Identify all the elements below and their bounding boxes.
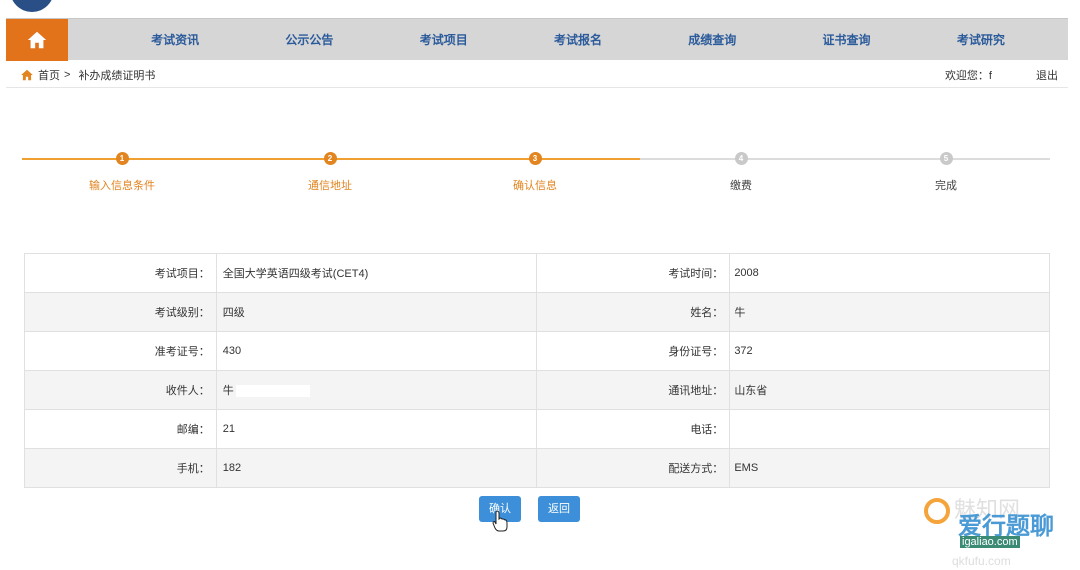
field-value-postcode: 21 [215, 409, 537, 449]
progress-steps: 1 输入信息条件 2 通信地址 3 确认信息 4 缴费 5 完成 [22, 150, 1050, 200]
top-strip [0, 0, 1080, 18]
breadcrumb-separator: > [64, 68, 71, 81]
step-payment: 4 缴费 [671, 152, 811, 193]
table-row: 准考证号： 430 身份证号： 372 [24, 331, 1050, 371]
watermark: 魅知网 爱行题聊 igaliao.com qkfufu.com [920, 484, 1070, 570]
field-value-mobile: 182 [215, 448, 537, 488]
nav-items: 考试资讯 公示公告 考试项目 考试报名 成绩查询 证书查询 考试研究 [68, 19, 1068, 60]
field-label-mailing-address: 通讯地址： [535, 370, 731, 410]
field-value-name: 牛 [729, 292, 1050, 332]
step-mailing-address: 2 通信地址 [260, 152, 400, 193]
nav-item-certificate-query[interactable]: 证书查询 [823, 31, 871, 48]
step-marker: 4 [734, 152, 748, 165]
home-button[interactable] [6, 19, 68, 61]
field-label-exam-project: 考试项目： [24, 253, 217, 293]
field-value-phone [729, 409, 1050, 449]
table-row: 考试项目： 全国大学英语四级考试(CET4) 考试时间： 2008 [24, 253, 1050, 293]
breadcrumb-current: 补办成绩证明书 [78, 69, 156, 82]
watermark-line-4: qkfufu.com [952, 554, 1011, 568]
breadcrumb-home-link[interactable]: 首页 [38, 67, 60, 83]
field-label-admission-number: 准考证号： [24, 331, 217, 371]
logout-link[interactable]: 退出 [1036, 67, 1058, 83]
redaction-block [235, 385, 310, 398]
step-marker: 2 [323, 152, 337, 165]
table-row: 收件人： 牛 通讯地址： 山东省 [24, 370, 1050, 410]
home-icon [27, 31, 47, 49]
field-value-admission-number: 430 [215, 331, 537, 371]
nav-item-registration[interactable]: 考试报名 [554, 31, 602, 48]
welcome-text: 欢迎您：f [944, 69, 992, 82]
field-label-exam-time: 考试时间： [535, 253, 731, 293]
nav-item-score-query[interactable]: 成绩查询 [688, 31, 736, 48]
field-label-phone: 电话： [535, 409, 731, 449]
field-value-delivery-method: EMS [729, 448, 1050, 488]
nav-item-exam-projects[interactable]: 考试项目 [420, 31, 468, 48]
step-label: 确认信息 [513, 180, 557, 192]
table-row: 考试级别： 四级 姓名： 牛 [24, 292, 1050, 332]
field-label-mobile: 手机： [24, 448, 217, 488]
watermark-logo-icon [924, 498, 950, 524]
table-row: 邮编： 21 电话： [24, 409, 1050, 449]
main-navbar: 考试资讯 公示公告 考试项目 考试报名 成绩查询 证书查询 考试研究 [6, 18, 1068, 61]
step-input-info: 1 输入信息条件 [52, 152, 192, 193]
step-confirm-info: 3 确认信息 [465, 152, 605, 193]
breadcrumb: 首页 > 补办成绩证明书 欢迎您：f 退出 [6, 62, 1068, 88]
step-label: 输入信息条件 [89, 180, 155, 192]
site-logo [10, 0, 54, 12]
confirmation-info-table: 考试项目： 全国大学英语四级考试(CET4) 考试时间： 2008 考试级别： … [24, 253, 1050, 488]
field-value-exam-project: 全国大学英语四级考试(CET4) [215, 253, 537, 293]
field-value-recipient: 牛 [215, 370, 537, 410]
watermark-line-3: igaliao.com [960, 536, 1020, 548]
field-label-name: 姓名： [535, 292, 731, 332]
table-row: 手机： 182 配送方式： EMS [24, 448, 1050, 488]
step-complete: 5 完成 [876, 152, 1016, 193]
nav-item-announcements[interactable]: 公示公告 [285, 31, 333, 48]
field-value-mailing-address: 山东省 [729, 370, 1050, 410]
field-value-id-number: 372 [729, 331, 1050, 371]
field-value-exam-time: 2008 [729, 253, 1050, 293]
field-label-recipient: 收件人： [24, 370, 217, 410]
recipient-text: 牛 [222, 385, 234, 397]
step-label: 通信地址 [308, 180, 352, 192]
hand-cursor-icon [492, 510, 508, 532]
field-label-postcode: 邮编： [24, 409, 217, 449]
field-label-delivery-method: 配送方式： [535, 448, 731, 488]
home-icon [21, 69, 33, 80]
step-label: 完成 [935, 180, 957, 192]
nav-item-exam-research[interactable]: 考试研究 [957, 31, 1005, 48]
nav-item-exam-news[interactable]: 考试资讯 [151, 31, 199, 48]
step-label: 缴费 [730, 180, 752, 192]
field-value-exam-level: 四级 [215, 292, 537, 332]
field-label-id-number: 身份证号： [535, 331, 731, 371]
back-button[interactable]: 返回 [538, 496, 580, 522]
step-marker: 1 [115, 152, 129, 165]
step-marker: 3 [528, 152, 542, 165]
field-label-exam-level: 考试级别： [24, 292, 217, 332]
step-marker: 5 [939, 152, 953, 165]
